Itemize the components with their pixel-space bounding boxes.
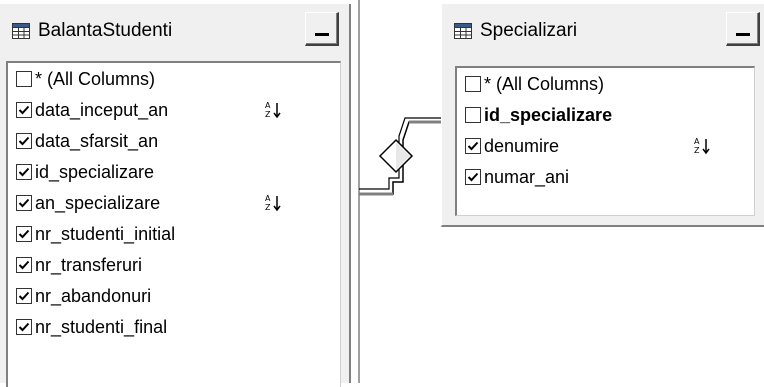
table-title: Specializari (480, 20, 578, 41)
minimize-button[interactable] (726, 12, 760, 46)
column-label: denumire (484, 135, 560, 156)
column-row-all-columns[interactable]: * (All Columns) (16, 65, 155, 93)
column-checkbox[interactable] (16, 319, 32, 335)
column-row-data-inceput-an[interactable]: data_inceput_an A Z (16, 96, 296, 124)
svg-text:A: A (265, 194, 271, 203)
column-row-denumire[interactable]: denumire A Z (465, 132, 725, 160)
column-label: nr_abandonuri (35, 285, 152, 306)
table-title-bar[interactable]: BalantaStudenti (0, 4, 349, 58)
column-row-nr-abandonuri[interactable]: nr_abandonuri (16, 282, 151, 310)
column-label: data_sfarsit_an (35, 130, 159, 151)
svg-text:A: A (694, 137, 700, 146)
column-checkbox[interactable] (465, 107, 481, 123)
column-checkbox[interactable] (16, 226, 32, 242)
table-window-specializari[interactable]: Specializari * (All Columns) id_speciali… (441, 4, 764, 227)
column-label: id_specializare (484, 104, 613, 125)
svg-text:Z: Z (694, 146, 700, 155)
column-checkbox[interactable] (465, 76, 481, 92)
column-checkbox[interactable] (465, 169, 481, 185)
column-label: data_inceput_an (35, 99, 169, 120)
table-title: BalantaStudenti (38, 20, 173, 41)
svg-text:A: A (265, 101, 271, 110)
sort-ascending-icon: A Z (265, 101, 281, 119)
column-row-id-specializare[interactable]: id_specializare (16, 158, 154, 186)
join-diamond-icon[interactable] (378, 138, 414, 174)
table-grid-icon (454, 23, 472, 39)
column-checkbox[interactable] (16, 288, 32, 304)
sort-ascending-icon: A Z (265, 194, 281, 212)
column-row-nr-studenti-final[interactable]: nr_studenti_final (16, 313, 167, 341)
column-list[interactable]: * (All Columns) id_specializare denumire… (455, 66, 755, 216)
minimize-button[interactable] (305, 12, 339, 46)
column-checkbox[interactable] (16, 133, 32, 149)
svg-text:Z: Z (265, 110, 271, 119)
sort-ascending-icon: A Z (694, 137, 710, 155)
minimize-icon (314, 33, 329, 36)
column-checkbox[interactable] (16, 164, 32, 180)
column-row-numar-ani[interactable]: numar_ani (465, 163, 569, 191)
column-row-id-specializare-key[interactable]: id_specializare (465, 101, 612, 129)
column-row-nr-transferuri[interactable]: nr_transferuri (16, 251, 142, 279)
join-connector[interactable] (351, 100, 443, 210)
minimize-icon (735, 33, 750, 36)
column-checkbox[interactable] (465, 138, 481, 154)
column-label: an_specializare (35, 192, 161, 213)
column-label: nr_studenti_initial (35, 223, 176, 244)
column-label: * (All Columns) (35, 68, 156, 89)
column-checkbox[interactable] (16, 257, 32, 273)
column-label: nr_studenti_final (35, 316, 168, 337)
column-row-all-columns[interactable]: * (All Columns) (465, 70, 604, 98)
column-checkbox[interactable] (16, 195, 32, 211)
column-label: id_specializare (35, 161, 155, 182)
column-label: numar_ani (484, 166, 570, 187)
column-checkbox[interactable] (16, 71, 32, 87)
column-checkbox[interactable] (16, 102, 32, 118)
column-label: nr_transferuri (35, 254, 143, 275)
column-list[interactable]: * (All Columns) data_inceput_an A Z data… (6, 61, 341, 387)
table-title-bar[interactable]: Specializari (442, 4, 764, 58)
column-row-nr-studenti-initial[interactable]: nr_studenti_initial (16, 220, 175, 248)
column-row-data-sfarsit-an[interactable]: data_sfarsit_an (16, 127, 158, 155)
table-window-balantastudenti[interactable]: BalantaStudenti * (All Columns) data_inc… (0, 4, 351, 387)
column-row-an-specializare[interactable]: an_specializare A Z (16, 189, 296, 217)
table-grid-icon (12, 23, 30, 39)
svg-text:Z: Z (265, 203, 271, 212)
column-label: * (All Columns) (484, 73, 605, 94)
